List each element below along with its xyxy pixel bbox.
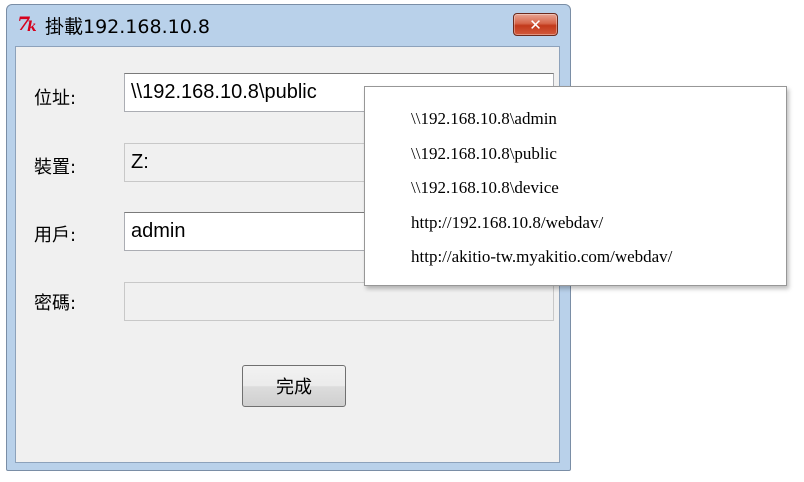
title-bar[interactable]: 7 k 掛載192.168.10.8 ✕ bbox=[7, 5, 570, 45]
dropdown-item-public[interactable]: \\192.168.10.8\public bbox=[365, 137, 786, 172]
tk-icon-glyph-k: k bbox=[27, 19, 37, 35]
tk-app-icon: 7 k bbox=[17, 13, 39, 36]
address-dropdown-list: \\192.168.10.8\admin \\192.168.10.8\publ… bbox=[364, 86, 787, 286]
password-label: 密碼: bbox=[34, 293, 77, 314]
close-icon: ✕ bbox=[529, 15, 542, 34]
window-title: 掛載192.168.10.8 bbox=[45, 15, 210, 38]
dropdown-item-webdav-remote[interactable]: http://akitio-tw.myakitio.com/webdav/ bbox=[365, 240, 786, 275]
close-button[interactable]: ✕ bbox=[513, 13, 558, 36]
password-field[interactable] bbox=[124, 282, 554, 321]
user-label: 用戶: bbox=[34, 225, 77, 246]
dropdown-item-admin[interactable]: \\192.168.10.8\admin bbox=[365, 102, 786, 137]
ok-button[interactable]: 完成 bbox=[242, 365, 346, 407]
address-label: 位址: bbox=[34, 88, 77, 109]
dropdown-item-webdav-local[interactable]: http://192.168.10.8/webdav/ bbox=[365, 206, 786, 241]
device-label: 裝置: bbox=[34, 157, 77, 178]
dropdown-item-device[interactable]: \\192.168.10.8\device bbox=[365, 171, 786, 206]
